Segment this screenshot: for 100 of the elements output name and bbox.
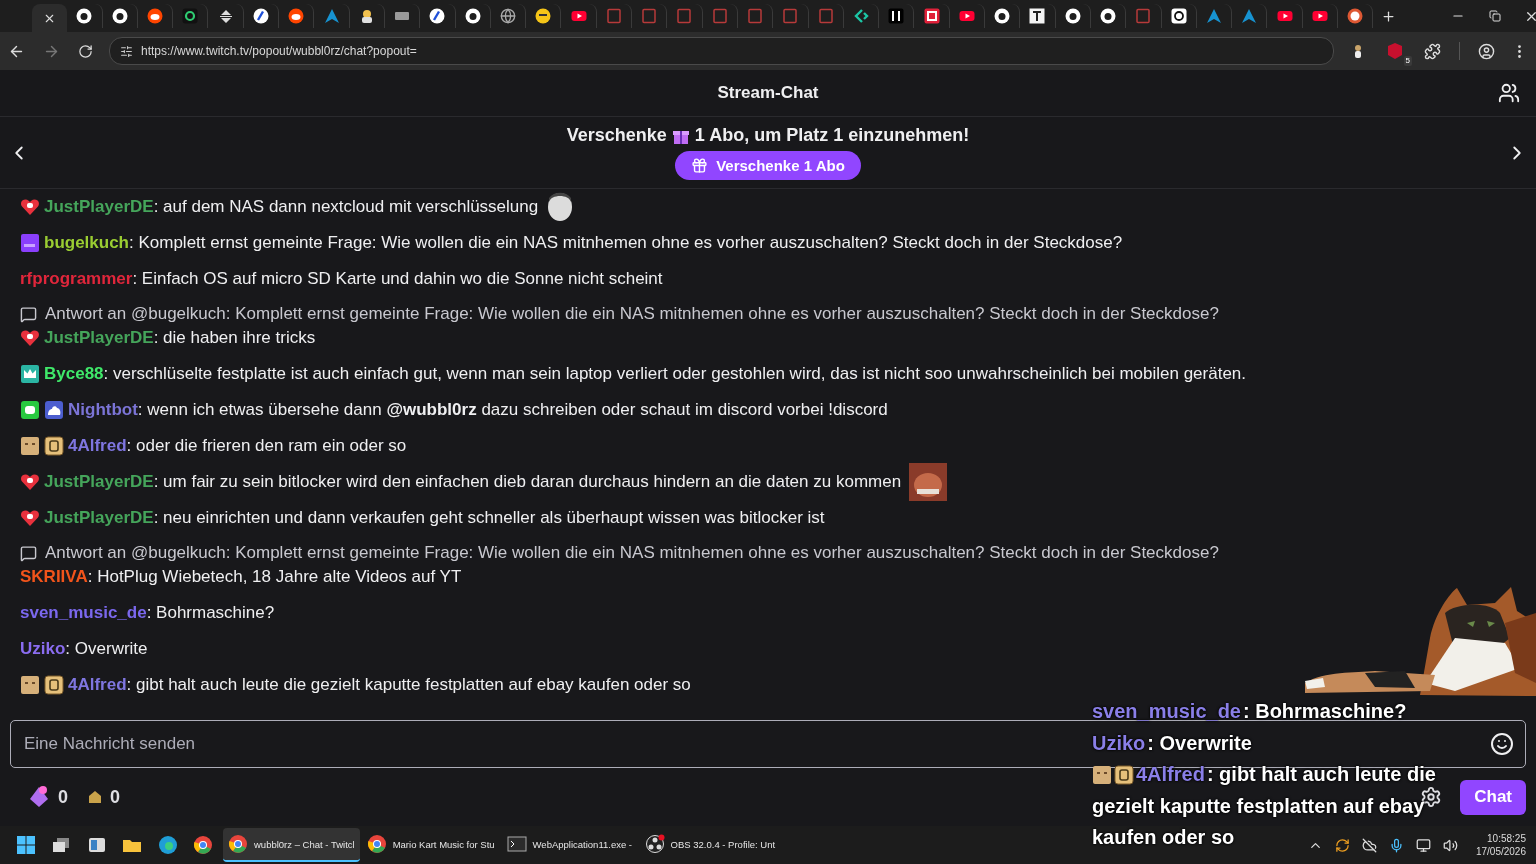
chat-username[interactable]: Uziko [20,639,66,659]
square-icon [923,8,940,24]
circle-icon [111,8,128,24]
heart-badge-icon [20,197,40,217]
site-settings-icon[interactable] [120,44,133,58]
square-icon [676,8,693,24]
chat-username[interactable]: 4Alfred [68,436,127,456]
square-icon [1170,8,1187,24]
circle-icon [147,8,164,24]
chat-username[interactable]: JustPlayerDE [44,328,154,348]
play-icon [1311,8,1328,24]
chat-username[interactable]: sven_music_de [20,603,147,623]
chat-message: : Bohrmaschine? [146,603,275,623]
triangle-icon [1241,8,1258,24]
play-icon [1276,8,1293,24]
reply-icon [20,544,37,562]
sync-icon[interactable] [1334,837,1350,853]
taskbar-app[interactable]: wubbl0rz – Chat - Twitcl [223,828,360,862]
overlay-message: : Overwrite [1147,730,1252,756]
chat-username[interactable]: rfprogrammer [20,269,133,289]
chat-username[interactable]: JustPlayerDE [44,508,154,528]
banner-text: 1 Abo, um Platz 1 einzunehmen! [694,125,970,146]
new-tab-icon[interactable] [1380,8,1396,24]
chat-username[interactable]: SKRIIVA [20,567,88,587]
chat-username[interactable]: Byce88 [44,364,104,384]
heart-badge-icon [20,328,40,348]
triangle-icon [1205,8,1222,24]
obs-icon[interactable] [644,834,665,854]
chat-username[interactable]: bugelkuch [44,233,129,253]
taskbar-app[interactable]: Mario Kart Music for Stu [361,828,500,862]
chat-message: : gibt halt auch leute die gezielt kaputte festplatten auf ebay kaufen oder so [126,675,691,695]
bars-icon [888,8,905,24]
points-count: 0 [110,786,121,808]
reply-text: Antwort an @bugelkuch: Komplett ernst gemeinte Frage: Wie wollen die ein NAS mitnhemen ohne es vorher auszuschalten? Steckt doch in der Steckdose? [45,304,1219,324]
chat-button[interactable]: Chat [1460,779,1526,815]
play-icon [570,8,587,24]
chat-message: : Einfach OS auf micro SD Karte und dahin wo die Sonne nicht scheint [132,269,663,289]
chat-username[interactable]: 4Alfred [68,675,127,695]
cloud-badge-icon [44,400,64,420]
tier-badge-icon [1114,764,1134,785]
start-icon[interactable] [15,835,36,855]
extensions-icon[interactable] [1424,42,1441,60]
mic-icon[interactable] [1388,837,1404,853]
square-icon [747,8,764,24]
box-badge-icon [20,675,40,695]
gift-icon [691,157,709,174]
taskbar-app[interactable]: OBS 32.0.4 - Profile: Unt [639,828,781,862]
square-icon [182,8,199,24]
terminal-icon[interactable] [506,834,527,854]
cloud-off-icon[interactable] [1361,837,1377,853]
restore-icon[interactable] [1488,10,1501,22]
square-icon [1135,8,1152,24]
square-icon [605,8,622,24]
gift-sub-button[interactable]: Verschenke 1 Abo [675,151,861,180]
square-icon [1029,8,1046,24]
users-icon[interactable] [1498,82,1520,104]
shield-icon[interactable] [1386,42,1404,60]
reply-text: Antwort an @bugelkuch: Komplett ernst gemeinte Frage: Wie wollen die ein NAS mitnhemen ohne es vorher auszuschalten? Steckt doch in der Steckdose? [45,543,1219,563]
volume-icon[interactable] [1442,837,1458,853]
reload-icon[interactable] [78,43,93,59]
chat-message: : oder die frieren den ram ein oder so [126,436,407,456]
monitor-icon[interactable] [1415,837,1431,853]
taskbar-app[interactable]: WebApplication11.exe - [501,828,638,862]
edge-icon[interactable] [157,835,178,855]
chat-username[interactable]: JustPlayerDE [44,197,154,217]
widgets-icon[interactable] [86,835,107,855]
circle-icon [1347,8,1364,24]
chrome-icon[interactable] [228,834,248,854]
profile-icon[interactable] [1478,42,1495,60]
circle-icon [994,8,1011,24]
chat-title: Stream-Chat [717,83,819,103]
square-icon [782,8,799,24]
tier-badge-icon [44,675,64,695]
circle-icon [252,8,269,24]
chat-username[interactable]: JustPlayerDE [44,472,154,492]
circle-icon [288,8,305,24]
url-text: https://www.twitch.tv/popout/wubbl0rz/chat?popout= [141,44,417,58]
emote-picker-icon[interactable] [1490,732,1514,756]
circle-icon [535,8,552,24]
chat-message: : die haben ihre tricks [153,328,316,348]
square-badge-icon [20,233,40,253]
clock[interactable]: 10:58:25 17/05/2026 [1475,832,1526,858]
globe-icon [500,8,516,24]
banner-text: Verschenke [566,125,667,146]
address-bar[interactable]: https://www.twitch.tv/popout/wubbl0rz/chat?popout= [109,37,1334,65]
chat-username[interactable]: Nightbot [68,400,138,420]
play-icon [958,8,975,24]
extension-badge: 5 [1403,56,1412,66]
box-badge-icon [20,436,40,456]
chrome-icon[interactable] [193,835,214,855]
bits-count: 0 [58,786,68,808]
chrome-icon[interactable] [366,834,387,854]
chat-message: : wenn ich etwas übersehe dann @wubbl0rz dazu schreiben oder schaut im discord vorbei !discord [137,400,888,420]
chat-message: : um fair zu sein bitlocker wird den einfachen dieb daran durchaus hindern an die daten zu kommen [153,472,902,492]
chat-message: : HotPlug Wiebetech, 18 Jahre alte Videos auf YT [87,567,462,587]
reply-icon [20,305,37,323]
chat-message: : auf dem NAS dann nextcloud mit verschlüsselung [153,197,539,217]
windows-icon[interactable] [51,835,72,855]
triangle-icon [323,8,340,24]
chat-message: : neu einrichten und dann verkaufen geht schneller als überhaupt wissen was bitlocker ist [153,508,825,528]
